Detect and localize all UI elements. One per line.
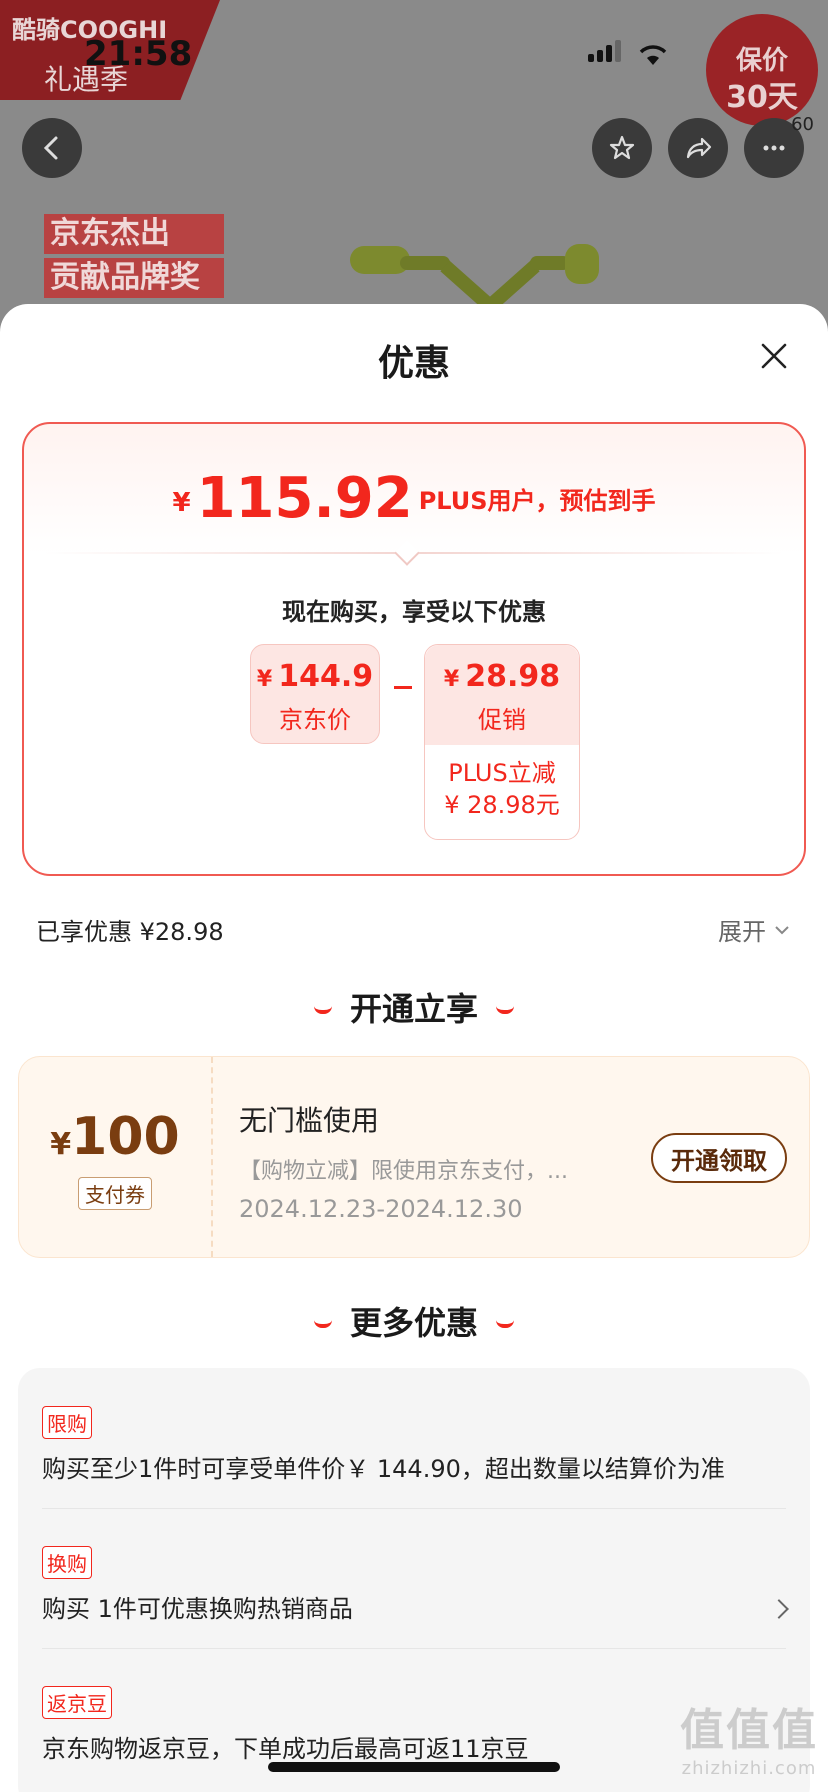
coupon-amount: 100 <box>71 1107 180 1167</box>
award-banner: 京东杰出 贡献品牌奖 <box>44 214 224 302</box>
signal-icon <box>588 40 624 66</box>
minus-sign <box>394 686 412 689</box>
enjoyed-discount-text: 已享优惠 ¥28.98 <box>36 918 224 946</box>
jd-price-value: 144.9 <box>278 659 374 694</box>
expand-label: 展开 <box>718 918 766 946</box>
home-indicator[interactable] <box>268 1762 560 1772</box>
title-ornament-left <box>313 1006 332 1014</box>
promo-box: ¥28.98 促销 PLUS立减 ¥ 28.98元 <box>424 644 580 840</box>
badge-line2: 30天 <box>726 80 798 115</box>
offer-text: 京东购物返京豆，下单成功后最高可返11京豆 <box>42 1735 529 1763</box>
coupon-title: 无门槛使用 <box>239 1104 380 1137</box>
watermark-logo: 值值值 <box>680 1705 818 1756</box>
open-section-title: 开通立享 <box>0 984 828 1030</box>
chevron-down-icon <box>775 925 789 934</box>
more-section-label: 更多优惠 <box>349 1304 478 1342</box>
discount-sheet: 优惠 ¥115.92 PLUS用户，预估到手 现在购买，享受以下优惠 ¥144.9… <box>0 304 828 1792</box>
more-dots-icon <box>763 145 785 151</box>
promo-detail-line2: ¥ 28.98元 <box>444 791 560 819</box>
divider <box>42 1648 786 1649</box>
offer-tag: 换购 <box>42 1546 92 1579</box>
final-price-value: 115.92 <box>196 466 413 531</box>
wifi-icon <box>639 45 667 65</box>
favorite-button[interactable] <box>592 118 652 178</box>
jd-price-label: 京东价 <box>279 706 351 734</box>
title-ornament-right <box>496 1320 514 1328</box>
share-icon <box>686 137 712 159</box>
watermark-url: zhizhizhi.com <box>681 1758 817 1779</box>
claim-coupon-button[interactable]: 开通领取 <box>651 1133 787 1183</box>
list-item: 返京豆 京东购物返京豆，下单成功后最高可返11京豆 <box>42 1686 786 1764</box>
coupon-value-area: ¥100 支付券 <box>19 1057 213 1257</box>
final-price-note: PLUS用户，预估到手 <box>418 487 656 515</box>
jd-price-currency: ¥ <box>256 667 273 692</box>
payment-coupon-card: ¥100 支付券 无门槛使用 【购物立减】限使用京东支付，... 2024.12… <box>18 1056 810 1258</box>
list-item: 限购 购买至少1件时可享受单件价￥ 144.90，超出数量以结算价为准 <box>42 1406 786 1484</box>
sheet-title: 优惠 <box>377 343 450 384</box>
final-price-line: ¥115.92 PLUS用户，预估到手 <box>24 466 804 531</box>
buy-now-text: 现在购买，享受以下优惠 <box>282 598 546 626</box>
coupon-date-range: 2024.12.23-2024.12.30 <box>239 1195 523 1223</box>
title-ornament-left <box>313 1320 332 1328</box>
product-page-background: 酷骑COOGHI 礼遇季 21:58 11 保价 30天 60 京东杰出 贡献品… <box>0 0 828 330</box>
price-protection-badge: 保价 30天 <box>706 14 818 126</box>
promo-currency: ¥ <box>443 667 460 692</box>
star-icon <box>609 135 635 160</box>
more-section-title: 更多优惠 <box>0 1298 828 1344</box>
watermark: 值值值 zhizhizhi.com <box>680 1694 818 1779</box>
award-line2: 贡献品牌奖 <box>44 258 224 298</box>
promo-value: 28.98 <box>465 659 561 694</box>
offer-tag: 限购 <box>42 1406 92 1439</box>
title-ornament-right <box>496 1006 514 1014</box>
close-icon[interactable] <box>758 340 790 372</box>
final-price-currency: ¥ <box>172 488 191 518</box>
back-arrow-icon <box>43 136 58 160</box>
coupon-currency: ¥ <box>50 1127 72 1162</box>
promo-label: 促销 <box>478 706 526 734</box>
back-button[interactable] <box>22 118 82 178</box>
expand-button[interactable]: 展开 <box>718 912 790 947</box>
offer-text: 购买至少1件时可享受单件价￥ 144.90，超出数量以结算价为准 <box>42 1455 725 1483</box>
message-count: 60 <box>791 114 814 135</box>
divider <box>42 1508 786 1509</box>
status-icons <box>588 40 668 66</box>
offer-text: 购买 1件可优惠换购热销商品 <box>42 1595 353 1623</box>
open-section-label: 开通立享 <box>349 990 478 1028</box>
price-breakdown-card: ¥115.92 PLUS用户，预估到手 现在购买，享受以下优惠 ¥144.9 京东… <box>22 422 806 876</box>
jd-price-box: ¥144.9 京东价 <box>250 644 380 744</box>
coupon-type-tag: 支付券 <box>78 1177 152 1210</box>
status-time: 21:58 <box>84 34 193 74</box>
share-button[interactable] <box>668 118 728 178</box>
list-item[interactable]: 换购 购买 1件可优惠换购热销商品 <box>42 1546 789 1624</box>
offer-tag: 返京豆 <box>42 1686 112 1719</box>
award-line1: 京东杰出 <box>44 214 224 254</box>
coupon-description: 【购物立减】限使用京东支付，... <box>239 1159 568 1184</box>
divider-notch <box>394 540 420 566</box>
promo-detail-line1: PLUS立减 <box>448 759 556 787</box>
